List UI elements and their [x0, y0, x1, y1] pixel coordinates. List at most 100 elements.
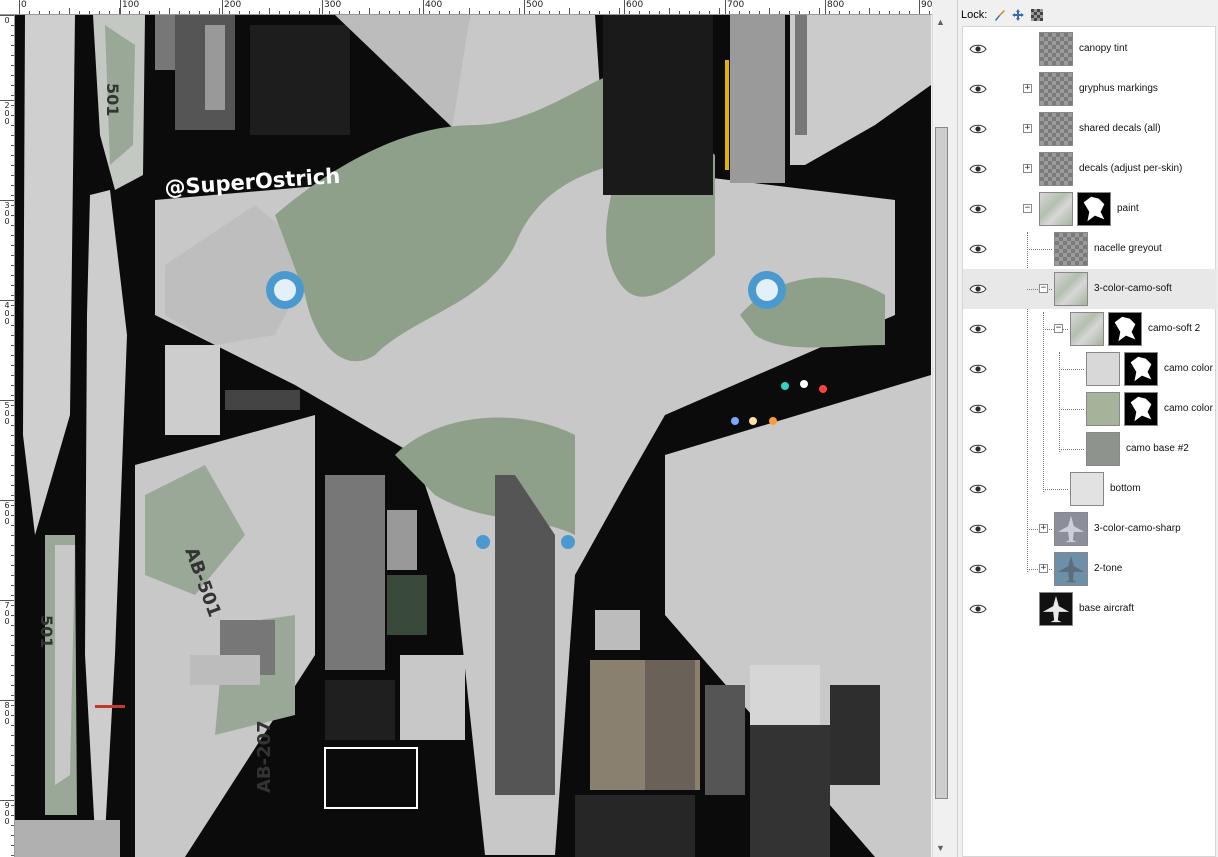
layer-list[interactable]: canopy tint + gryphus markings + shared deca… [962, 26, 1217, 857]
ruler-major-tick [524, 0, 525, 14]
visibility-eye-icon[interactable] [969, 603, 987, 615]
visibility-eye-icon[interactable] [969, 243, 987, 255]
layer-thumbnail[interactable] [1039, 32, 1073, 66]
expand-toggle-icon[interactable]: − [1023, 204, 1032, 213]
layer-row[interactable]: − 3-color-camo-soft [963, 269, 1217, 309]
ruler-minor-tick [119, 8, 120, 14]
tree-guide-line [1027, 249, 1052, 250]
ruler-major-tick [423, 0, 424, 14]
layer-row[interactable]: + decals (adjust per-skin) [963, 149, 1217, 189]
visibility-eye-icon[interactable] [969, 203, 987, 215]
horizontal-ruler[interactable]: 0 100 200 300 400 500 600 700 800 90 [14, 0, 932, 15]
layer-row[interactable]: +3-color-camo-sharp [963, 509, 1217, 549]
expand-toggle-icon[interactable]: − [1039, 284, 1048, 293]
expand-toggle-icon[interactable]: − [1054, 324, 1063, 333]
ruler-minor-tick [819, 8, 820, 14]
layer-row[interactable]: nacelle greyout [963, 229, 1217, 269]
brush-icon[interactable] [992, 8, 1006, 22]
ruler-major-tick [120, 0, 121, 14]
ruler-minor-tick [269, 8, 270, 14]
layer-row[interactable]: camo base #2 [963, 429, 1217, 469]
visibility-eye-icon[interactable] [969, 43, 987, 55]
ruler-label: 0 [21, 0, 27, 10]
visibility-eye-icon[interactable] [969, 163, 987, 175]
visibility-eye-icon[interactable] [969, 523, 987, 535]
layer-row[interactable]: + shared decals (all) [963, 109, 1217, 149]
layer-thumbnail[interactable] [1039, 592, 1073, 626]
move-icon[interactable] [1011, 8, 1025, 22]
layer-mask-thumbnail[interactable] [1108, 312, 1142, 346]
layer-mask-thumbnail[interactable] [1124, 352, 1158, 386]
ruler-minor-tick [69, 8, 70, 14]
layer-name: shared decals (all) [1079, 123, 1161, 134]
layer-thumbnail[interactable] [1054, 272, 1088, 306]
ruler-label: 200 [4, 101, 10, 126]
texture-canvas[interactable]: @SuperOstrich AB-501 AB-207 501 501 [15, 15, 931, 857]
scrollbar-thumb[interactable] [935, 127, 948, 799]
expand-toggle-icon[interactable]: + [1023, 124, 1032, 133]
expand-toggle-icon[interactable]: + [1023, 164, 1032, 173]
layer-name: gryphus markings [1079, 83, 1158, 94]
layer-row[interactable]: + gryphus markings [963, 69, 1217, 109]
visibility-eye-icon[interactable] [969, 443, 987, 455]
ruler-label: 500 [4, 401, 10, 426]
layer-thumbnail[interactable] [1086, 352, 1120, 386]
aircraft-uv-texture: @SuperOstrich AB-501 AB-207 501 501 [15, 15, 931, 857]
alpha-icon[interactable] [1030, 8, 1044, 22]
visibility-eye-icon[interactable] [969, 123, 987, 135]
side-number-2: 501 [37, 615, 56, 648]
side-number-1: 501 [103, 83, 122, 116]
layer-row[interactable]: base aircraft [963, 589, 1217, 629]
layer-name: decals (adjust per-skin) [1079, 163, 1183, 174]
ruler-major-tick [825, 0, 826, 14]
vertical-scrollbar[interactable]: ▲ ▼ [932, 15, 950, 857]
layer-row[interactable]: bottom [963, 469, 1217, 509]
lock-bar: Lock: [961, 6, 1044, 24]
layer-thumbnail[interactable] [1039, 152, 1073, 186]
layer-row[interactable]: − camo-soft 2 [963, 309, 1217, 349]
ruler-minor-tick [169, 8, 170, 14]
expand-toggle-icon[interactable]: + [1039, 564, 1048, 573]
layer-thumbnail[interactable] [1054, 552, 1088, 586]
ruler-label: 700 [4, 601, 10, 626]
ruler-minor-tick [419, 8, 420, 14]
ruler-major-tick [624, 0, 625, 14]
visibility-eye-icon[interactable] [969, 283, 987, 295]
layer-row[interactable]: +2-tone [963, 549, 1217, 589]
layer-thumbnail[interactable] [1086, 432, 1120, 466]
layer-thumbnail[interactable] [1070, 312, 1104, 346]
ruler-label: 100 [122, 0, 140, 10]
vertical-ruler[interactable]: 0 200 300 400 500 600 700 800 900 [0, 15, 15, 857]
layer-name: bottom [1110, 483, 1141, 494]
ruler-minor-tick [519, 8, 520, 14]
ruler-minor-tick [569, 8, 570, 14]
ruler-minor-tick [919, 8, 920, 14]
layer-thumbnail[interactable] [1070, 472, 1104, 506]
image-canvas-area[interactable]: 0 100 200 300 400 500 600 700 800 90 0 200 300 400 50… [0, 0, 950, 857]
visibility-eye-icon[interactable] [969, 363, 987, 375]
layer-row[interactable]: − paint [963, 189, 1217, 229]
ruler-minor-tick [719, 8, 720, 14]
layer-thumbnail[interactable] [1086, 392, 1120, 426]
visibility-eye-icon[interactable] [969, 83, 987, 95]
scroll-up-arrow-icon[interactable]: ▲ [936, 17, 945, 27]
layer-mask-thumbnail[interactable] [1124, 392, 1158, 426]
layer-thumbnail[interactable] [1039, 192, 1073, 226]
expand-toggle-icon[interactable]: + [1039, 524, 1048, 533]
layer-row[interactable]: camo color [963, 349, 1217, 389]
layer-name: camo-soft 2 [1148, 323, 1201, 334]
scroll-down-arrow-icon[interactable]: ▼ [936, 843, 945, 853]
layer-mask-thumbnail[interactable] [1077, 192, 1111, 226]
expand-toggle-icon[interactable]: + [1023, 84, 1032, 93]
layer-thumbnail[interactable] [1054, 512, 1088, 546]
layer-row[interactable]: canopy tint [963, 29, 1217, 69]
visibility-eye-icon[interactable] [969, 563, 987, 575]
visibility-eye-icon[interactable] [969, 403, 987, 415]
visibility-eye-icon[interactable] [969, 323, 987, 335]
ruler-major-tick [725, 0, 726, 14]
layer-row[interactable]: camo color [963, 389, 1217, 429]
layer-thumbnail[interactable] [1054, 232, 1088, 266]
layer-thumbnail[interactable] [1039, 72, 1073, 106]
layer-thumbnail[interactable] [1039, 112, 1073, 146]
visibility-eye-icon[interactable] [969, 483, 987, 495]
